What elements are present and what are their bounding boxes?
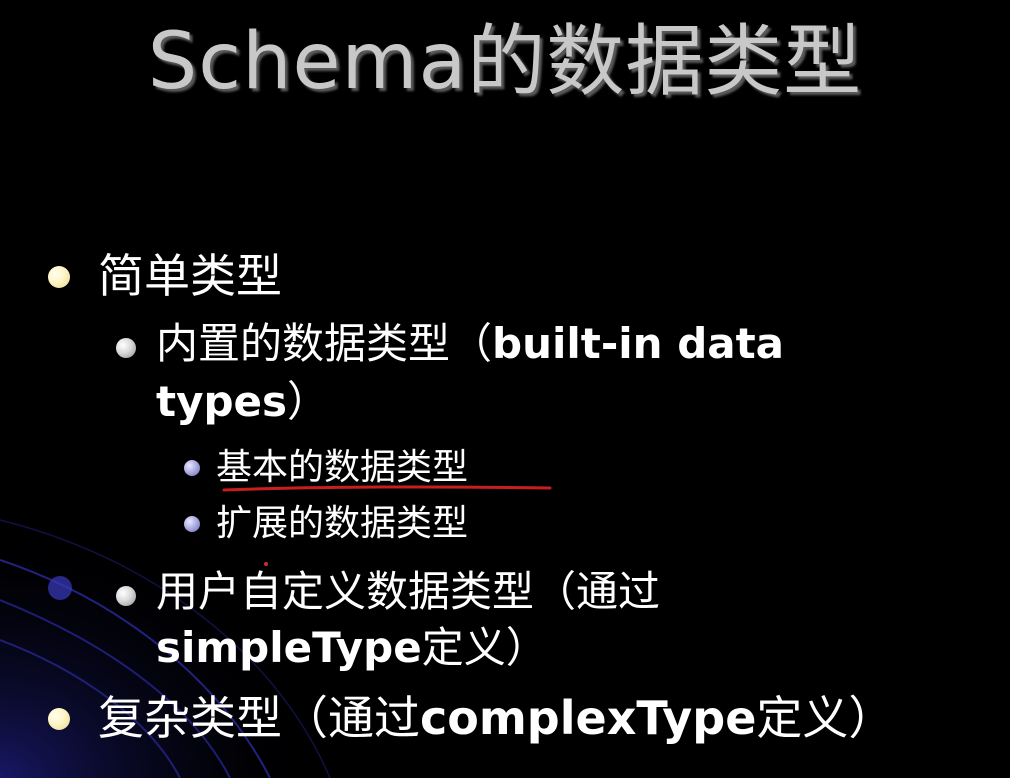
item-text-en: built-in data (492, 319, 785, 368)
slide-title: Schema的数据类型 (147, 17, 863, 107)
red-underline-annotation (222, 485, 552, 492)
item-text-close: ） (287, 377, 330, 426)
item-text-en: simpleType (156, 623, 422, 672)
item-text: 基本的数据类型 (216, 447, 469, 488)
bullet-icon (48, 266, 70, 288)
list-item-user-defined-types-line2: simpleType定义） (156, 619, 548, 677)
bullet-icon (116, 586, 136, 606)
slide: Schema的数据类型 简单类型 内置的数据类型（built-in data t… (0, 0, 1010, 778)
item-text-cn: 内置的数据类型（ (156, 319, 493, 368)
list-item-simple-types: 简单类型 (98, 246, 282, 306)
list-item-complex-types: 复杂类型（通过complexType定义） (98, 688, 894, 748)
item-text: 简单类型 (98, 249, 282, 303)
item-text-en: complexType (420, 691, 757, 745)
bullet-icon (116, 338, 136, 358)
bullet-icon (48, 708, 70, 730)
item-text-en: types (156, 377, 288, 426)
bullet-icon (184, 460, 200, 476)
list-item-extended-types: 扩展的数据类型 (216, 499, 468, 549)
item-text-cn-end: 定义） (756, 691, 895, 745)
item-text-cn: 定义） (421, 623, 548, 672)
bullet-icon (184, 516, 200, 532)
item-text-cn: 复杂类型（通过 (98, 691, 420, 745)
list-item-builtin-types-line2: types） (156, 373, 329, 431)
item-text: 扩展的数据类型 (216, 503, 469, 544)
list-item-user-defined-types: 用户自定义数据类型（通过 (156, 563, 660, 621)
list-item-builtin-types: 内置的数据类型（built-in data (156, 315, 784, 373)
item-text: 用户自定义数据类型（通过 (156, 567, 661, 616)
